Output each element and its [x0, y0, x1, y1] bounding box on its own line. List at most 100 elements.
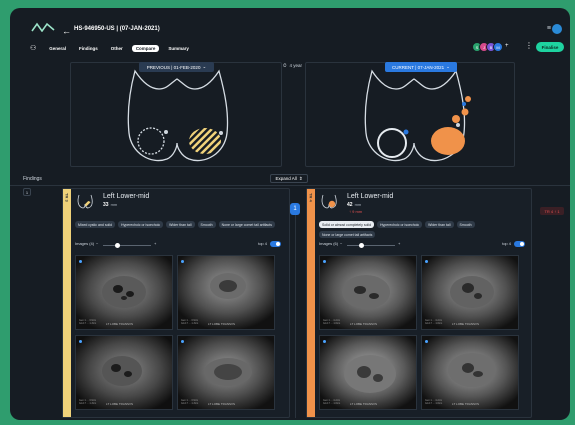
slider-handle[interactable]	[359, 243, 364, 248]
top-images-toggle[interactable]	[270, 241, 281, 247]
previous-study-label: PREVIOUS | 01-FEB-2020	[146, 64, 201, 70]
orientation-marker	[79, 340, 82, 343]
interval-indicator: ⏱ 4 year	[283, 63, 302, 68]
current-thyroid-diagram	[305, 62, 515, 167]
top-images-toggle[interactable]	[514, 241, 525, 247]
tirads-stripe: TR 3	[63, 189, 71, 417]
tab-other[interactable]: Other	[107, 45, 127, 52]
images-count: Images (6)	[319, 241, 339, 246]
feature-chip: Smooth	[456, 221, 475, 228]
previous-finding-card: TR 3 Left Lower-mid 33 mm Mixed cystic an…	[62, 188, 290, 418]
image-size-slider[interactable]	[103, 245, 151, 246]
image-size-slider[interactable]	[347, 245, 395, 246]
study-title: HS-946950-US | (07-JAN-2021)	[74, 26, 160, 32]
feature-chip: Hyperechoic or isoechoic	[118, 221, 164, 228]
ultrasound-image[interactable]: Gen 1 ... 3.9cm GA 17 ... 1.3cm LT LOBE …	[75, 255, 173, 330]
back-arrow-icon[interactable]: ←	[62, 26, 71, 36]
clock-icon: ⏱	[283, 63, 287, 68]
link-pin-label: 1	[293, 206, 297, 212]
tab-compare[interactable]: Compare	[131, 44, 160, 52]
image-caption: LT LOBE TRANSVS	[452, 322, 480, 326]
header: ← HS-946950-US | (07-JAN-2021) ≡ ⚇ Gener…	[10, 8, 570, 60]
orientation-marker	[425, 340, 428, 343]
current-study-selector[interactable]: CURRENT | 07-JAN-2021 ⌄	[385, 62, 457, 72]
tirads-label: TR 4	[308, 193, 314, 202]
divider	[10, 185, 570, 186]
image-metadata: Gen 1 ... 3.9cm GA 17 ... 1.3cm	[181, 399, 199, 405]
feature-chip: Smooth	[197, 221, 216, 228]
image-caption: LT LOBE TRANSVS	[106, 402, 134, 406]
images-count: Images (4)	[75, 241, 95, 246]
ultrasound-image[interactable]: Gen 1 ... 4.2cm GA 17 ... 1.6cm LT LOBE …	[421, 335, 519, 410]
feature-chip: None or large comet tail artifacts	[319, 231, 376, 238]
tirads-label: TR 3	[64, 193, 70, 202]
orientation-marker	[79, 260, 82, 263]
ultrasound-image[interactable]: Gen 1 ... 4.2cm GA 17 ... 1.6cm LT LOBE …	[421, 255, 519, 330]
size-value: 42	[347, 202, 353, 208]
user-avatar[interactable]	[552, 24, 562, 34]
zoom-in-icon[interactable]: +	[398, 241, 400, 246]
finding-row-number: 1	[23, 188, 31, 196]
growth-indicator: ↑ 9 mm	[349, 209, 363, 214]
collaborator-avatars: S J B M	[472, 42, 503, 52]
feature-chip: Wider than tall	[425, 221, 454, 228]
image-caption: LT LOBE TRANSVS	[208, 322, 236, 326]
ultrasound-image[interactable]: Gen 1 ... 3.9cm GA 17 ... 1.3cm LT LOBE …	[177, 335, 275, 410]
image-caption: LT LOBE TRANSVS	[452, 402, 480, 406]
size-value: 33	[103, 202, 109, 208]
orientation-marker	[323, 260, 326, 263]
ultrasound-image[interactable]: Gen 1 ... 3.9cm GA 17 ... 1.3cm LT LOBE …	[75, 335, 173, 410]
link-pin-button[interactable]: 1	[290, 203, 300, 215]
feature-chip: None or large comet tail artifacts	[218, 221, 275, 228]
nodule-thumbnail-icon	[321, 194, 337, 209]
tab-findings[interactable]: Findings	[75, 45, 102, 52]
slider-handle[interactable]	[115, 243, 120, 248]
patient-icon[interactable]: ⚇	[30, 44, 36, 52]
tirads-change-badge: TR 4 ↑ 1	[540, 207, 564, 215]
add-collaborator-button[interactable]: +	[505, 43, 509, 49]
image-metadata: Gen 1 ... 3.9cm GA 17 ... 1.3cm	[79, 399, 97, 405]
thyroid-diagram-current	[364, 69, 471, 162]
zoom-in-icon[interactable]: +	[154, 241, 156, 246]
thyroid-diagram-previous	[127, 69, 229, 162]
ultrasound-image[interactable]: Gen 1 ... 4.2cm GA 17 ... 1.6cm LT LOBE …	[319, 255, 417, 330]
previous-study-selector[interactable]: PREVIOUS | 01-FEB-2020 ⌄	[139, 62, 214, 72]
menu-icon[interactable]: ≡	[547, 25, 551, 32]
image-metadata: Gen 1 ... 4.2cm GA 17 ... 1.6cm	[323, 319, 341, 325]
zoom-out-icon[interactable]: −	[96, 241, 98, 246]
findings-heading: Findings	[23, 176, 42, 182]
tab-summary[interactable]: Summary	[164, 45, 193, 52]
current-study-label: CURRENT | 07-JAN-2021	[392, 64, 445, 70]
orientation-marker	[323, 340, 326, 343]
chevron-down-icon: ⌄	[202, 64, 207, 69]
divider	[295, 215, 296, 418]
feature-chip: Solid or almost completely solid	[319, 221, 375, 228]
avatar[interactable]: M	[493, 42, 503, 52]
nodule-thumbnail-icon	[77, 194, 93, 209]
app-logo-icon	[31, 22, 55, 32]
expand-all-button[interactable]: Expand All ⇕	[270, 174, 308, 183]
orientation-marker	[181, 340, 184, 343]
nodule-size: 42 mm	[347, 202, 361, 208]
nodule-location: Left Lower-mid	[103, 193, 150, 200]
finalise-button[interactable]: Finalise	[536, 42, 564, 52]
image-caption: LT LOBE TRANSVS	[350, 402, 378, 406]
tab-general[interactable]: General	[45, 45, 70, 52]
image-metadata: Gen 1 ... 4.2cm GA 17 ... 1.6cm	[323, 399, 341, 405]
feature-chip: Wider than tall	[166, 221, 195, 228]
orientation-marker	[425, 260, 428, 263]
image-caption: LT LOBE TRANSVS	[106, 322, 134, 326]
zoom-out-icon[interactable]: −	[340, 241, 342, 246]
more-options-icon[interactable]: ⋮	[525, 41, 533, 50]
tab-bar: ⚇ General Findings Other Compare Summary	[30, 43, 193, 53]
top-images-label: top 4	[258, 241, 267, 246]
images-toolbar: Images (6) − + top 4	[319, 241, 529, 251]
nodule-size: 33 mm	[103, 202, 117, 208]
ultrasound-image[interactable]: Gen 1 ... 3.9cm GA 17 ... 1.3cm LT LOBE …	[177, 255, 275, 330]
image-caption: LT LOBE TRANSVS	[350, 322, 378, 326]
feature-chip: Mixed cystic and solid	[75, 221, 116, 228]
image-metadata: Gen 1 ... 4.2cm GA 17 ... 1.6cm	[425, 399, 443, 405]
feature-chips: Solid or almost completely solid Hyperec…	[319, 221, 529, 238]
previous-thyroid-diagram	[70, 62, 282, 167]
ultrasound-image[interactable]: Gen 1 ... 4.2cm GA 17 ... 1.6cm LT LOBE …	[319, 335, 417, 410]
